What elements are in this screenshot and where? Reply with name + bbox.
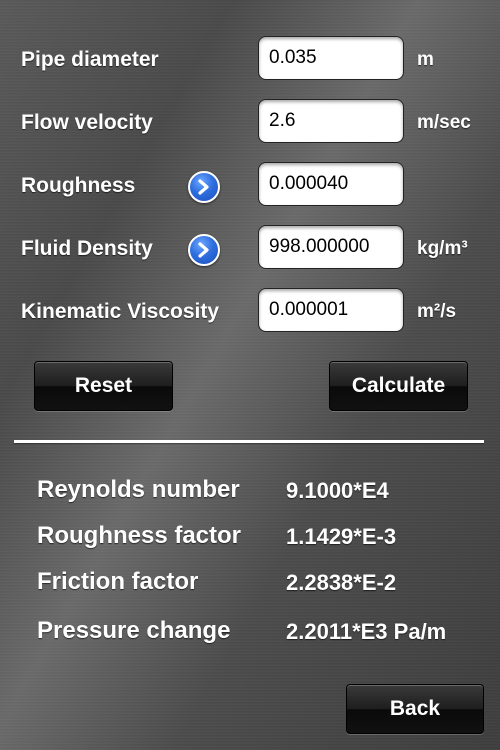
pipe-diameter-unit: m	[417, 49, 434, 70]
fluid-density-label: Fluid Density	[21, 237, 153, 260]
reynolds-number-value: 9.1000*E4	[286, 478, 389, 503]
kinematic-viscosity-field[interactable]	[258, 288, 404, 332]
pressure-change-value: 2.2011*E3 Pa/m	[286, 619, 447, 644]
flow-velocity-field[interactable]	[258, 99, 404, 143]
pipe-diameter-label: Pipe diameter	[21, 48, 159, 71]
flow-velocity-unit: m/sec	[417, 112, 471, 133]
roughness-disclosure-button[interactable]	[188, 171, 220, 203]
roughness-label: Roughness	[21, 174, 136, 197]
fluid-density-disclosure-button[interactable]	[188, 234, 220, 266]
fluid-density-unit: kg/m³	[417, 238, 468, 259]
flow-velocity-label: Flow velocity	[21, 111, 153, 134]
roughness-field[interactable]	[258, 162, 404, 206]
reset-button[interactable]: Reset	[34, 361, 173, 411]
pipe-diameter-field[interactable]	[258, 36, 404, 80]
friction-factor-value: 2.2838*E-2	[286, 570, 397, 595]
kinematic-viscosity-unit: m²/s	[417, 301, 457, 322]
friction-factor-label: Friction factor	[37, 568, 199, 595]
calculate-button[interactable]: Calculate	[329, 361, 468, 411]
reynolds-number-label: Reynolds number	[37, 476, 240, 503]
fluid-density-field[interactable]	[258, 225, 404, 269]
roughness-factor-label: Roughness factor	[37, 522, 242, 549]
roughness-factor-value: 1.1429*E-3	[286, 524, 397, 549]
back-button[interactable]: Back	[346, 684, 484, 734]
pressure-change-label: Pressure change	[37, 617, 231, 644]
chevron-right-icon	[198, 242, 209, 258]
divider	[14, 440, 484, 443]
kinematic-viscosity-label: Kinematic Viscosity	[21, 300, 220, 323]
chevron-right-icon	[198, 179, 209, 195]
